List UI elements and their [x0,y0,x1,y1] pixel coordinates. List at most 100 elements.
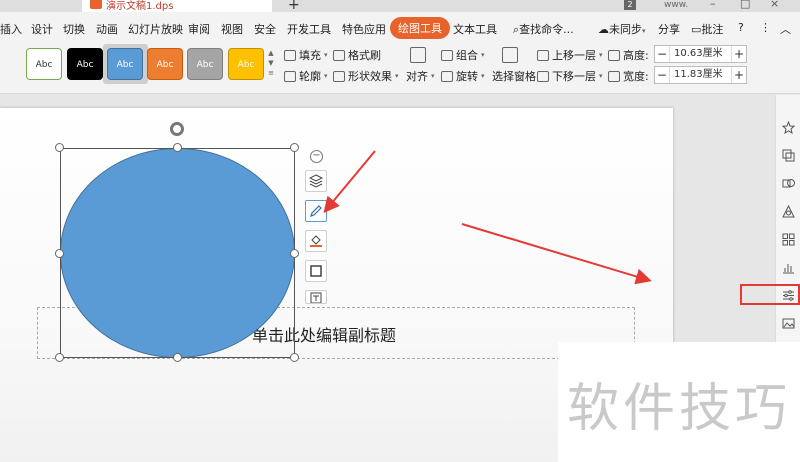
tab-count-badge[interactable]: 2 [624,0,636,10]
shape-style-4[interactable]: Abc [147,48,183,80]
send-backward-button[interactable]: 下移一层 ▾ [537,68,603,84]
width-increase-button[interactable]: + [732,68,746,82]
menu-slideshow[interactable]: 幻灯片放映 [128,21,183,37]
menu-review[interactable]: 审阅 [188,21,210,37]
text-box-icon [310,292,322,303]
width-decrease-button[interactable]: − [655,68,669,82]
star-shape-icon[interactable] [782,121,795,134]
height-decrease-button[interactable]: − [655,47,669,61]
image-icon[interactable] [782,317,795,330]
sync-status[interactable]: ☁未同步▾ [598,21,646,37]
document-name: 演示文稿1.dps [106,1,174,12]
more-icon[interactable]: ⋮ [760,21,771,34]
shape-style-6[interactable]: Abc [228,48,264,80]
resize-handle-top-left[interactable] [55,143,64,152]
chevron-down-icon: ▾ [324,72,328,80]
menu-special[interactable]: 特色应用 [342,21,386,37]
chevron-down-icon: ▾ [481,51,485,59]
resize-handle-top[interactable] [173,143,182,152]
new-tab-icon[interactable]: + [288,0,300,12]
menu-bar: 插入 设计 切换 动画 幻灯片放映 审阅 视图 安全 开发工具 特色应用 绘图工… [0,12,800,42]
shape-style-5[interactable]: Abc [187,48,223,80]
shape-fill-button[interactable] [305,230,327,252]
selection-pane-icon[interactable] [502,47,518,63]
resize-handle-bottom-right[interactable] [290,353,299,362]
close-icon[interactable]: × [770,0,779,10]
menu-insert[interactable]: 插入 [0,21,22,37]
presentation-file-icon [90,0,102,9]
share-button[interactable]: 分享 [658,21,680,37]
menu-animation[interactable]: 动画 [96,21,118,37]
menu-transition[interactable]: 切换 [63,21,85,37]
width-field[interactable]: − 11.83厘米 + [654,66,747,84]
rotate-button[interactable]: 旋转 ▾ [441,68,485,84]
width-value[interactable]: 11.83厘米 [669,67,732,83]
document-tab[interactable]: 演示文稿1.dps [82,0,272,12]
height-label: 高度: [608,47,649,63]
shape-outline-button[interactable] [305,200,327,222]
fill-button[interactable]: 填充 ▾ [284,47,328,63]
copy-layout-icon[interactable] [782,149,795,162]
effects-icon[interactable] [782,205,795,218]
height-field[interactable]: − 10.63厘米 + [654,45,747,63]
resize-handle-right[interactable] [290,249,299,258]
layers-button[interactable] [305,170,327,192]
annotate-button[interactable]: ▭批注 [691,21,723,37]
height-value[interactable]: 10.63厘米 [669,46,732,62]
format-painter-button[interactable]: 格式刷 [333,47,381,63]
shape-frame-button[interactable] [305,260,327,282]
group-icon [441,49,453,61]
shape-style-1[interactable]: Abc [26,48,62,80]
resize-handle-top-right[interactable] [290,143,299,152]
chevron-down-icon: ▾ [599,72,603,80]
shape-style-2[interactable]: Abc [67,48,103,80]
resize-handle-bottom[interactable] [173,353,182,362]
menu-design[interactable]: 设计 [31,21,53,37]
tab-drawing-tools[interactable]: 绘图工具 [390,17,450,39]
outline-button[interactable]: 轮廓 ▾ [284,68,328,84]
selection-pane-button[interactable]: 选择窗格 [492,68,536,84]
align-button[interactable]: 对齐 ▾ [406,68,435,84]
comment-icon: ▭ [691,23,702,36]
selection-frame [60,148,295,358]
chart-icon[interactable] [782,261,795,274]
frame-icon [310,265,322,277]
bring-forward-icon [537,49,549,61]
menu-security[interactable]: 安全 [254,21,276,37]
bring-forward-button[interactable]: 上移一层 ▾ [537,47,603,63]
minimize-icon[interactable]: – [710,0,716,10]
menu-developer[interactable]: 开发工具 [287,21,331,37]
outline-pen-icon [284,70,296,82]
shapes-icon[interactable] [782,177,795,190]
shape-style-3[interactable]: Abc [107,48,143,80]
send-backward-icon [537,70,549,82]
height-increase-button[interactable]: + [732,47,746,61]
grid-apps-icon[interactable] [782,233,795,246]
rotate-handle[interactable] [170,122,184,136]
menu-view[interactable]: 视图 [221,21,243,37]
collapse-ribbon-icon[interactable]: ︿ [780,21,791,37]
resize-handle-bottom-left[interactable] [55,353,64,362]
group-button[interactable]: 组合 ▾ [441,47,485,63]
chevron-down-icon: ▾ [599,51,603,59]
menu-text-tools[interactable]: 文本工具 [453,21,497,37]
text-wrap-button[interactable] [305,290,327,304]
maximize-icon[interactable]: □ [740,0,750,10]
ribbon: Abc Abc Abc Abc Abc Abc ▲ ▼ ≡ 填充 ▾ 格式刷 轮廓 ▾ … [0,42,800,94]
user-name[interactable]: www. [664,0,688,10]
collapse-toolbar-icon[interactable]: − [310,150,323,163]
highlight-box [740,284,800,305]
fill-bucket-icon [310,235,322,247]
search-command[interactable]: ⌕查找命令... [513,21,574,37]
help-button[interactable]: ? [738,21,744,34]
chevron-down-icon: ▾ [395,72,399,80]
rotate-icon [441,70,453,82]
shape-effects-button[interactable]: 形状效果 ▾ [333,68,399,84]
align-icon[interactable] [410,47,426,63]
chevron-down-icon: ▾ [431,72,435,80]
format-painter-icon [333,49,345,61]
style-gallery-scroll[interactable]: ▲ ▼ ≡ [267,48,275,80]
height-icon [608,49,620,61]
resize-handle-left[interactable] [55,249,64,258]
shape-effects-icon [333,70,345,82]
